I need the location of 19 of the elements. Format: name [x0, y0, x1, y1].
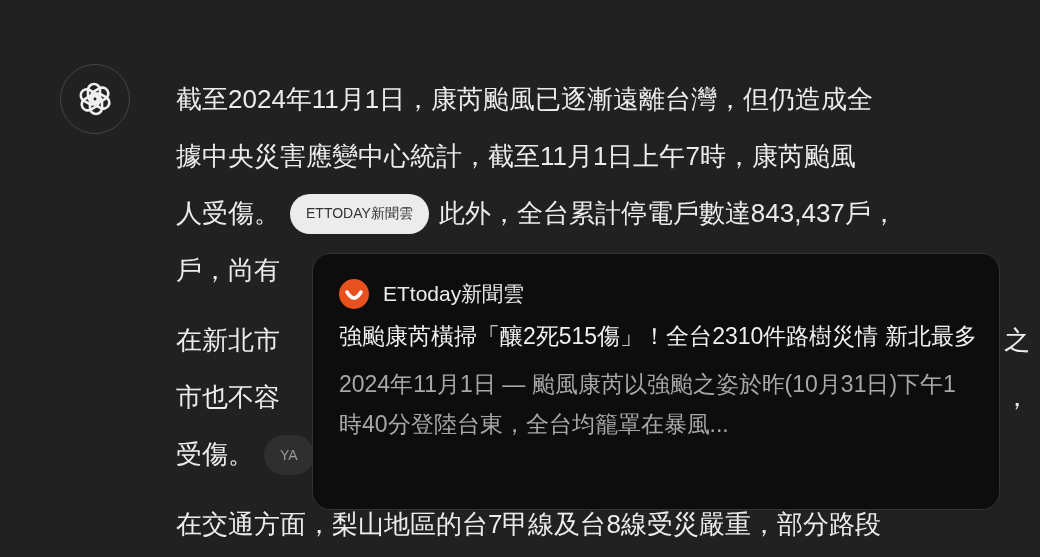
article-title[interactable]: 強颱康芮橫掃「釀2死515傷」！全台2310件路樹災情 新北最多 — [339, 316, 979, 356]
answer-text: ， — [1004, 381, 1031, 414]
flower-logo-icon — [77, 81, 113, 117]
source-preview-card[interactable]: ETtoday新聞雲 強颱康芮橫掃「釀2死515傷」！全台2310件路樹災情 新北最多 2024年11月1日 — 颱風康芮以強颱之姿於昨(10月31日)下午1時40分登陸台東，全台均籠罩在暴風... — [312, 253, 1000, 510]
source-link[interactable]: YA — [264, 434, 314, 475]
answer-text: 據中央災害應變中心統計，截至11月1日上午7時，康芮颱風 — [176, 140, 856, 173]
smile-logo-icon — [339, 279, 369, 309]
answer-text: 截至2024年11月1日，康芮颱風已逐漸遠離台灣，但仍造成全 — [176, 83, 874, 116]
article-snippet: 2024年11月1日 — 颱風康芮以強颱之姿於昨(10月31日)下午1時40分登陸台東，全台均籠罩在暴風... — [339, 370, 957, 439]
answer-text: 之 — [1004, 324, 1031, 357]
source-link[interactable]: ETTODAY新聞雲 — [290, 193, 429, 234]
answer-text: 此外，全台累計停電戶數達843,437戶， — [438, 197, 897, 230]
answer-text: 在新北市 — [176, 324, 280, 357]
source-name: ETtoday新聞雲 — [383, 281, 525, 307]
answer-text: 戶，尚有 — [176, 254, 280, 287]
answer-text: 市也不容 — [176, 381, 280, 414]
answer-text: 在交通方面，梨山地區的台7甲線及台8線受災嚴重，部分路段 — [176, 508, 881, 541]
answer-text: 受傷。 — [176, 438, 254, 471]
answer-text: 人受傷。 — [176, 197, 280, 230]
